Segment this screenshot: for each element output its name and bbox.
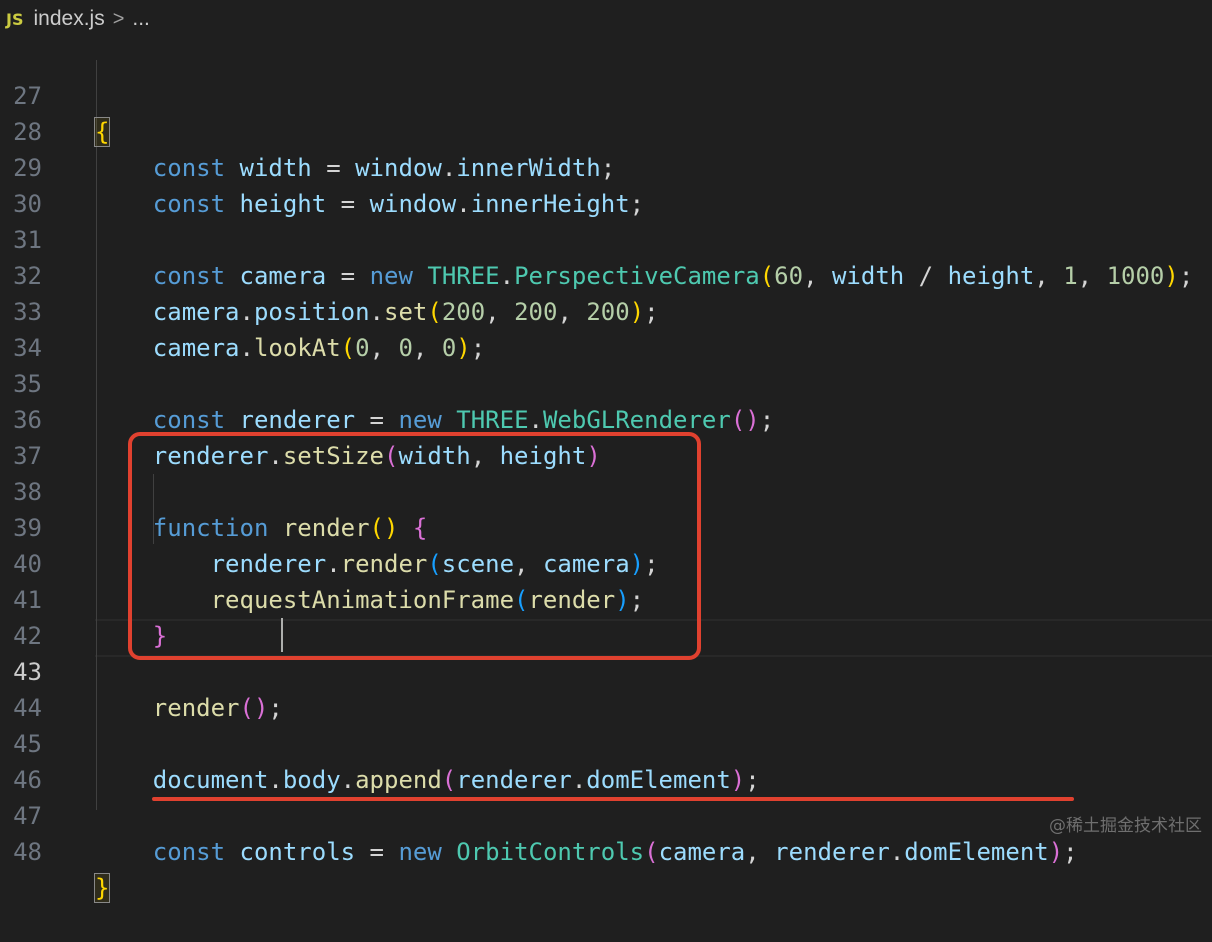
code-line[interactable]: 46 — [0, 726, 1212, 794]
code-line[interactable]: 45 document.body.append(renderer.domElem… — [0, 690, 1212, 794]
code-line[interactable]: 35 const renderer = new THREE.WebGLRende… — [0, 330, 1212, 434]
code-line[interactable]: 29 const height = window.innerHeight; — [0, 114, 1212, 218]
code-line[interactable]: 31 const camera = new THREE.PerspectiveC… — [0, 186, 1212, 290]
breadcrumb-file-name[interactable]: index.js — [33, 7, 104, 31]
breadcrumb-more[interactable]: ... — [132, 7, 150, 31]
code-text: } — [93, 870, 111, 906]
watermark: @稀土掘金技术社区 — [1049, 816, 1202, 836]
code-line[interactable]: 48 } — [0, 798, 1212, 903]
code-line[interactable]: 32 camera.position.set(200, 200, 200); — [0, 222, 1212, 326]
javascript-file-icon: JS — [6, 9, 24, 29]
code-editor[interactable]: 27 { 28 const width = window.innerWidth;… — [0, 38, 1212, 903]
code-line[interactable]: 36 renderer.setSize(width, height) — [0, 366, 1212, 470]
code-line[interactable]: 30 — [0, 150, 1212, 218]
code-line[interactable]: 34 — [0, 294, 1212, 362]
annotation-underline — [152, 797, 1074, 801]
code-line[interactable]: 27 { — [0, 42, 1212, 147]
line-number: 48 — [13, 838, 42, 866]
chevron-right-icon: > — [112, 7, 125, 30]
code-text: const controls = new OrbitControls(camer… — [152, 838, 1078, 866]
code-line[interactable]: 47 const controls = new OrbitControls(ca… — [0, 762, 1212, 866]
bracket: } — [93, 873, 111, 903]
code-line[interactable]: 33 camera.lookAt(0, 0, 0); — [0, 258, 1212, 362]
annotation-highlight-box — [128, 432, 701, 660]
code-line[interactable]: 28 const width = window.innerWidth; — [0, 78, 1212, 182]
breadcrumb: JS index.js > ... — [0, 0, 1212, 38]
